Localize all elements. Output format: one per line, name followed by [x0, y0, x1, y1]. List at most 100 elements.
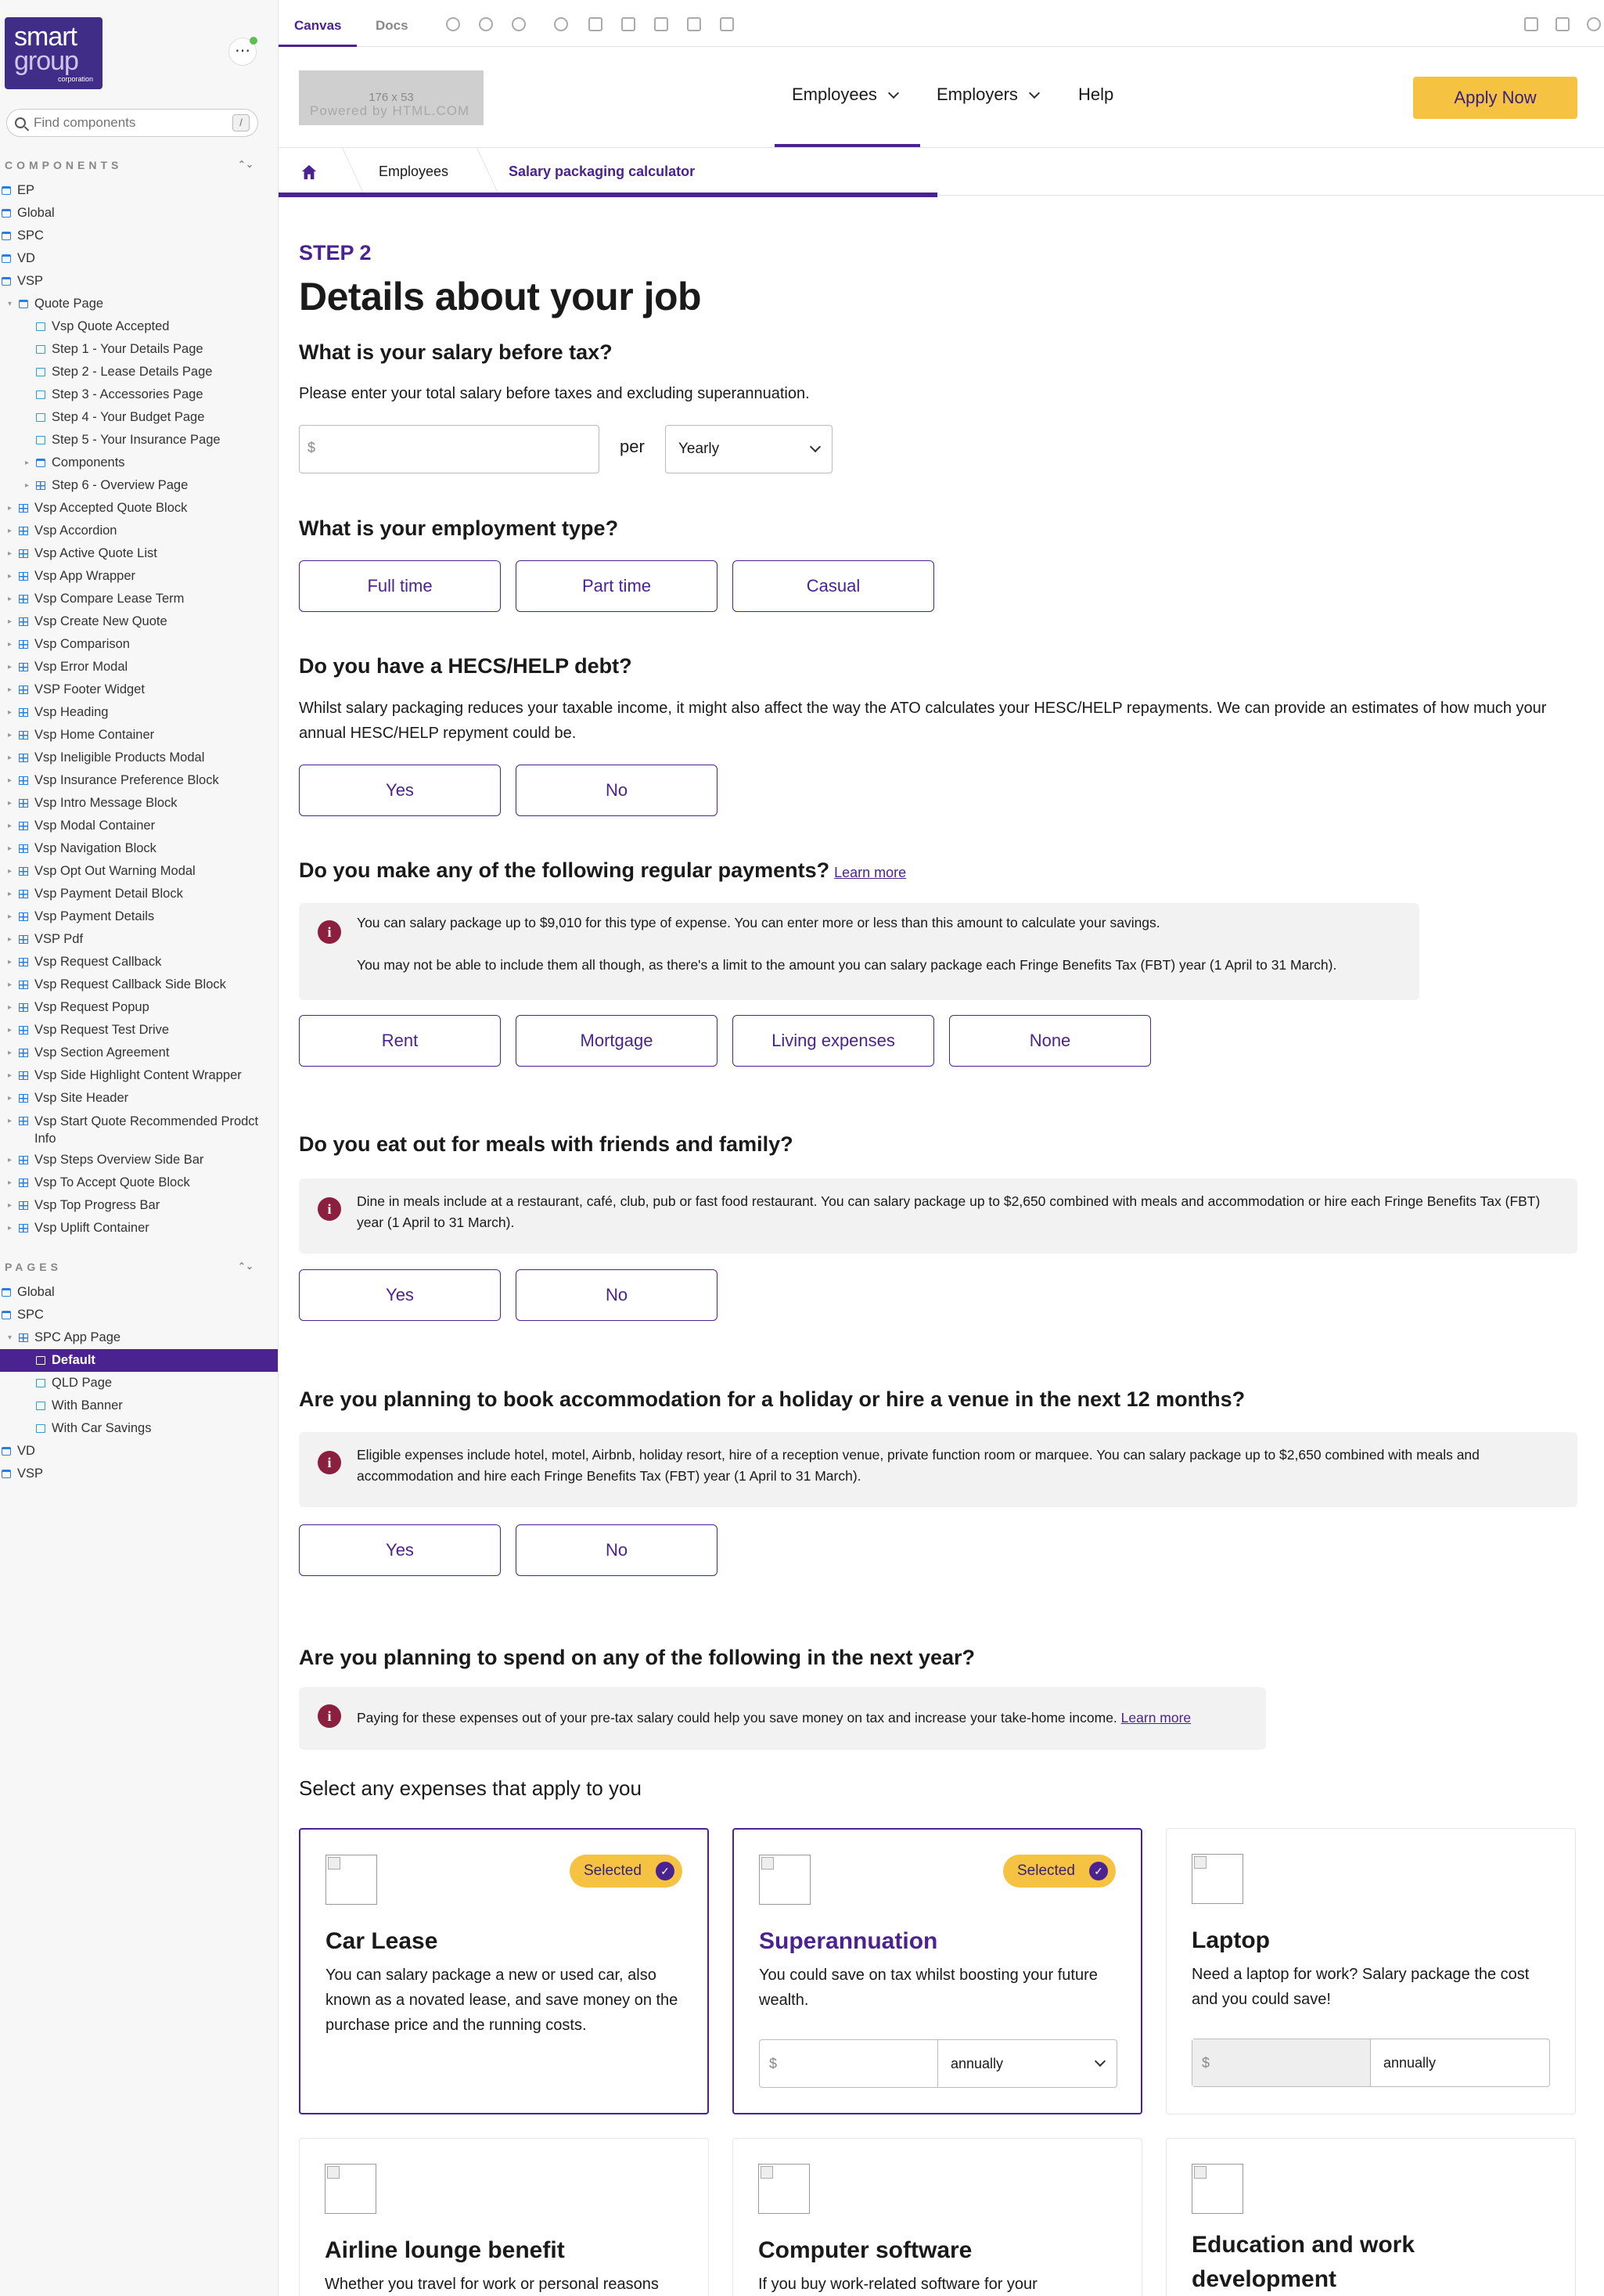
background-icon[interactable] — [588, 17, 602, 31]
sidebar-item-quote-page[interactable]: ▾ Quote Page — [0, 293, 278, 315]
caret-right-icon[interactable]: ▸ — [8, 1019, 12, 1042]
measure-icon[interactable] — [687, 17, 701, 31]
open-new-tab-icon[interactable] — [1555, 17, 1570, 31]
expense-card-superannuation[interactable]: Selected ✓ Superannuation You could save … — [732, 1828, 1142, 2114]
salary-period-select[interactable]: Yearly — [665, 425, 833, 473]
caret-right-icon[interactable]: ▸ — [8, 792, 12, 815]
sidebar-item-vsp-active-quote-list[interactable]: ▸ Vsp Active Quote List — [0, 542, 278, 565]
sidebar-item-vsp-heading[interactable]: ▸ Vsp Heading — [0, 701, 278, 724]
pages-section-header[interactable]: PAGES ⌃⌄ — [5, 1261, 254, 1273]
sidebar-item-step-6-overview-page[interactable]: ▸ Step 6 - Overview Page — [0, 474, 278, 497]
expense-card-computer-software[interactable]: Computer software If you buy work-relate… — [732, 2138, 1142, 2296]
caret-right-icon[interactable]: ▸ — [8, 1149, 12, 1171]
sidebar-item-vsp-footer-widget[interactable]: ▸ VSP Footer Widget — [0, 678, 278, 701]
sidebar-item-vsp-quote-accepted[interactable]: Vsp Quote Accepted — [0, 315, 278, 338]
learn-more-link[interactable]: Learn more — [1121, 1710, 1192, 1726]
meals-no-button[interactable]: No — [516, 1269, 717, 1321]
sidebar-item-vsp-intro-message-block[interactable]: ▸ Vsp Intro Message Block — [0, 792, 278, 815]
caret-right-icon[interactable]: ▸ — [8, 996, 12, 1019]
payment-living-expenses-button[interactable]: Living expenses — [732, 1015, 934, 1067]
sidebar-item-vsp-opt-out-warning-modal[interactable]: ▸ Vsp Opt Out Warning Modal — [0, 860, 278, 883]
accessibility-icon[interactable] — [554, 17, 568, 31]
meals-yes-button[interactable]: Yes — [299, 1269, 501, 1321]
sidebar-item-step-3-accessories-page[interactable]: Step 3 - Accessories Page — [0, 383, 278, 406]
sidebar-item-vsp-payment-details[interactable]: ▸ Vsp Payment Details — [0, 905, 278, 928]
accommodation-no-button[interactable]: No — [516, 1524, 717, 1576]
caret-right-icon[interactable]: ▸ — [8, 1217, 12, 1240]
laptop-amount-input[interactable]: $ — [1192, 2039, 1371, 2086]
copy-link-icon[interactable] — [1587, 17, 1601, 31]
sidebar-item-vsp-insurance-preference-block[interactable]: ▸ Vsp Insurance Preference Block — [0, 769, 278, 792]
expense-card-car-lease[interactable]: Selected ✓ Car Lease You can salary packa… — [299, 1828, 709, 2114]
zoom-in-icon[interactable] — [446, 17, 460, 31]
home-icon[interactable] — [300, 164, 318, 181]
caret-right-icon[interactable]: ▸ — [8, 678, 12, 701]
sidebar-item-vsp-to-accept-quote-block[interactable]: ▸ Vsp To Accept Quote Block — [0, 1171, 278, 1194]
caret-right-icon[interactable]: ▸ — [8, 1113, 12, 1130]
components-section-header[interactable]: COMPONENTS ⌃⌄ — [5, 159, 254, 171]
caret-right-icon[interactable]: ▸ — [8, 1042, 12, 1064]
sidebar-item-vsp-side-highlight-content-wrapper[interactable]: ▸ Vsp Side Highlight Content Wrapper — [0, 1064, 278, 1087]
caret-right-icon[interactable]: ▸ — [8, 588, 12, 610]
sidebar-item-vsp-error-modal[interactable]: ▸ Vsp Error Modal — [0, 656, 278, 678]
expense-card-laptop[interactable]: Laptop Need a laptop for work? Salary pa… — [1166, 1828, 1576, 2114]
caret-right-icon[interactable]: ▸ — [8, 633, 12, 656]
caret-down-icon[interactable]: ▾ — [8, 293, 12, 315]
sidebar-item-vsp-steps-overview-side-bar[interactable]: ▸ Vsp Steps Overview Side Bar — [0, 1149, 278, 1171]
sidebar-item-vsp-request-callback-side-block[interactable]: ▸ Vsp Request Callback Side Block — [0, 973, 278, 996]
caret-right-icon[interactable]: ▸ — [8, 973, 12, 996]
caret-right-icon[interactable]: ▸ — [8, 815, 12, 837]
expand-collapse-icon[interactable]: ⌃⌄ — [238, 1261, 254, 1272]
sidebar-item-vsp-pdf[interactable]: ▸ VSP Pdf — [0, 928, 278, 951]
sidebar-item-default[interactable]: Default — [0, 1349, 278, 1372]
sidebar-item-vsp-uplift-container[interactable]: ▸ Vsp Uplift Container — [0, 1217, 278, 1240]
nav-employees[interactable]: Employees — [792, 85, 899, 105]
accommodation-yes-button[interactable]: Yes — [299, 1524, 501, 1576]
sidebar-item-vsp-comparison[interactable]: ▸ Vsp Comparison — [0, 633, 278, 656]
caret-right-icon[interactable]: ▸ — [8, 951, 12, 973]
sidebar-item-vsp-create-new-quote[interactable]: ▸ Vsp Create New Quote — [0, 610, 278, 633]
sidebar-item-spc[interactable]: SPC — [0, 1304, 278, 1326]
payment-rent-button[interactable]: Rent — [299, 1015, 501, 1067]
caret-right-icon[interactable]: ▸ — [8, 837, 12, 860]
expense-card-airline-lounge[interactable]: Airline lounge benefit Whether you trave… — [299, 2138, 709, 2296]
search-box[interactable]: / — [6, 109, 258, 137]
breadcrumb-employees[interactable]: Employees — [379, 164, 448, 180]
site-logo-placeholder[interactable]: 176 x 53 Powered by HTML.COM — [299, 70, 484, 125]
expand-collapse-icon[interactable]: ⌃⌄ — [238, 159, 254, 170]
sidebar-item-vd[interactable]: VD — [0, 1440, 278, 1463]
sidebar-item-with-car-savings[interactable]: With Car Savings — [0, 1417, 278, 1440]
sidebar-item-global[interactable]: Global — [0, 202, 278, 225]
caret-right-icon[interactable]: ▸ — [8, 1171, 12, 1194]
caret-right-icon[interactable]: ▸ — [8, 1194, 12, 1217]
sidebar-item-vsp-accepted-quote-block[interactable]: ▸ Vsp Accepted Quote Block — [0, 497, 278, 520]
salary-input[interactable]: $ — [299, 425, 599, 473]
sidebar-item-vsp-app-wrapper[interactable]: ▸ Vsp App Wrapper — [0, 565, 278, 588]
outline-icon[interactable] — [720, 17, 734, 31]
sidebar-item-vsp-request-callback[interactable]: ▸ Vsp Request Callback — [0, 951, 278, 973]
payment-none-button[interactable]: None — [949, 1015, 1151, 1067]
expense-card-education[interactable]: Education and work development — [1166, 2138, 1576, 2296]
sidebar-item-step-1-your-details-page[interactable]: Step 1 - Your Details Page — [0, 338, 278, 361]
employment-full-time-button[interactable]: Full time — [299, 560, 501, 612]
payment-mortgage-button[interactable]: Mortgage — [516, 1015, 717, 1067]
sidebar-item-vsp-navigation-block[interactable]: ▸ Vsp Navigation Block — [0, 837, 278, 860]
super-amount-input[interactable]: $ — [760, 2040, 938, 2087]
caret-right-icon[interactable]: ▸ — [8, 769, 12, 792]
hecs-yes-button[interactable]: Yes — [299, 765, 501, 816]
brand-logo[interactable]: smart group corporation — [5, 17, 102, 89]
caret-right-icon[interactable]: ▸ — [8, 542, 12, 565]
sidebar-item-vsp-ineligible-products-modal[interactable]: ▸ Vsp Ineligible Products Modal — [0, 747, 278, 769]
caret-right-icon[interactable]: ▸ — [8, 701, 12, 724]
employment-part-time-button[interactable]: Part time — [516, 560, 717, 612]
caret-right-icon[interactable]: ▸ — [25, 474, 29, 497]
caret-right-icon[interactable]: ▸ — [8, 1064, 12, 1087]
tab-docs[interactable]: Docs — [376, 0, 408, 47]
learn-more-link[interactable]: Learn more — [834, 865, 906, 880]
sidebar-item-with-banner[interactable]: With Banner — [0, 1395, 278, 1417]
viewport-icon[interactable] — [654, 17, 668, 31]
caret-right-icon[interactable]: ▸ — [8, 860, 12, 883]
sidebar-item-vsp-compare-lease-term[interactable]: ▸ Vsp Compare Lease Term — [0, 588, 278, 610]
sidebar-item-vsp-home-container[interactable]: ▸ Vsp Home Container — [0, 724, 278, 747]
sidebar-item-step-4-your-budget-page[interactable]: Step 4 - Your Budget Page — [0, 406, 278, 429]
